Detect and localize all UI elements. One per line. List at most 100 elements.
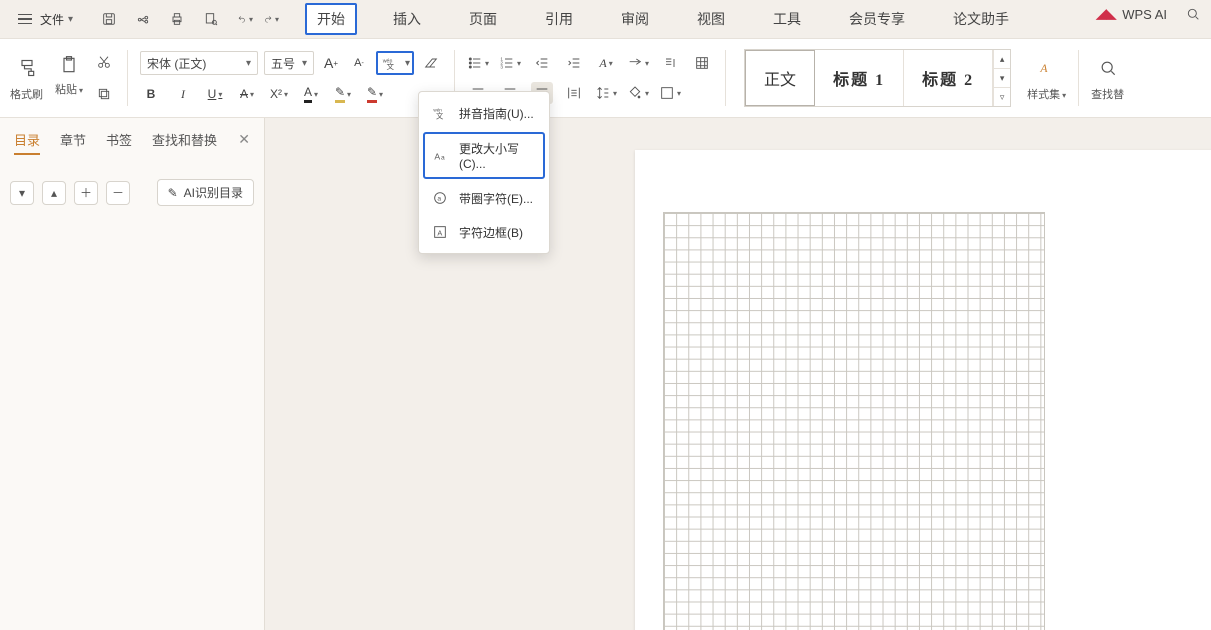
font-name-select[interactable]: 宋体 (正文)▾ <box>140 51 258 75</box>
tab-member[interactable]: 会员专享 <box>837 3 917 35</box>
italic-button[interactable]: I <box>172 83 194 105</box>
paste-icon <box>55 51 83 79</box>
borders-button[interactable] <box>659 82 681 104</box>
nav-tab-bookmark[interactable]: 书签 <box>106 130 132 149</box>
nav-tab-chapter[interactable]: 章节 <box>60 130 86 149</box>
ai-toc-button[interactable]: ✎ AI识别目录 <box>157 179 254 206</box>
number-list-button[interactable]: 123 <box>499 52 521 74</box>
tab-start[interactable]: 开始 <box>305 3 357 35</box>
style-heading2[interactable]: 标题 2 <box>904 50 993 106</box>
body-area: 目录 章节 书签 查找和替换 ✕ ▾ ▴ ＋ － ✎ AI识别目录 <box>0 118 1211 630</box>
text-effects-button[interactable]: A <box>595 52 617 74</box>
divider <box>127 50 128 106</box>
line-spacing-button[interactable] <box>595 82 617 104</box>
nav-panel-tabs: 目录 章节 书签 查找和替换 ✕ <box>0 118 264 161</box>
collapse-up-button[interactable]: ▴ <box>42 181 66 205</box>
pinyin-guide-split-button[interactable]: wén文 ▾ <box>376 51 414 75</box>
quick-access <box>101 11 219 27</box>
tab-insert[interactable]: 插入 <box>381 3 433 35</box>
find-icon <box>1094 54 1122 82</box>
shrink-font-button[interactable]: A- <box>348 52 370 74</box>
menu-char-border[interactable]: A 字符边框(B) <box>419 215 549 249</box>
style-more-icon[interactable]: ▿ <box>994 88 1010 106</box>
add-button[interactable]: ＋ <box>74 181 98 205</box>
style-gallery-nav: ▴ ▾ ▿ <box>993 50 1010 106</box>
undo-button[interactable] <box>237 11 253 27</box>
preview-icon[interactable] <box>203 11 219 27</box>
paste-group[interactable]: 粘贴 <box>55 51 83 105</box>
sort-button[interactable] <box>691 52 713 74</box>
tab-page[interactable]: 页面 <box>457 3 509 35</box>
nav-panel-controls: ▾ ▴ ＋ － ✎ AI识别目录 <box>0 161 264 224</box>
indent-button[interactable] <box>563 52 585 74</box>
chevron-down-icon: ▾ <box>405 58 410 69</box>
asian-format-button[interactable] <box>627 52 649 74</box>
format-painter-icon <box>13 54 41 82</box>
undo-redo-group <box>237 11 279 27</box>
bullet-list-button[interactable] <box>467 52 489 74</box>
strike-button[interactable]: A <box>236 83 258 105</box>
style-up-icon[interactable]: ▴ <box>994 50 1010 69</box>
styleset-label: 样式集 <box>1027 86 1066 102</box>
outdent-button[interactable] <box>531 52 553 74</box>
navigation-panel: 目录 章节 书签 查找和替换 ✕ ▾ ▴ ＋ － ✎ AI识别目录 <box>0 118 265 630</box>
text-color-button[interactable]: ✎ <box>364 83 386 105</box>
find-group[interactable]: 查找替 <box>1091 54 1124 102</box>
close-panel-icon[interactable]: ✕ <box>238 131 250 148</box>
underline-button[interactable]: U <box>204 83 226 105</box>
style-down-icon[interactable]: ▾ <box>994 69 1010 88</box>
pinyin-icon: wén文 <box>380 54 402 72</box>
file-menu[interactable]: 文件 ▾ <box>10 7 81 32</box>
paragraph-mark-button[interactable] <box>659 52 681 74</box>
svg-text:A: A <box>434 151 440 161</box>
menu-pinyin-guide[interactable]: wén文 拼音指南(U)... <box>419 96 549 130</box>
highlight-glyph: ✎ <box>335 85 345 103</box>
font-format-row: B I U A X² A ✎ ✎ <box>140 83 442 105</box>
menu-change-case[interactable]: Aa 更改大小写(C)... <box>423 132 545 179</box>
print-icon[interactable] <box>169 11 185 27</box>
share-icon[interactable] <box>135 11 151 27</box>
tab-paper[interactable]: 论文助手 <box>941 3 1021 35</box>
hamburger-icon <box>18 14 32 25</box>
expand-down-button[interactable]: ▾ <box>10 181 34 205</box>
file-label: 文件 <box>40 11 64 28</box>
cut-icon[interactable] <box>93 51 115 73</box>
align-distribute-button[interactable] <box>563 82 585 104</box>
font-color-glyph: A <box>304 85 312 103</box>
svg-text:a: a <box>441 154 445 161</box>
highlight-button[interactable]: ✎ <box>332 83 354 105</box>
tab-reference[interactable]: 引用 <box>533 3 585 35</box>
wps-ai-button[interactable]: ◢◣ WPS AI <box>1096 6 1167 22</box>
save-icon[interactable] <box>101 11 117 27</box>
divider <box>725 50 726 106</box>
bold-button[interactable]: B <box>140 83 162 105</box>
shading-button[interactable] <box>627 82 649 104</box>
search-icon[interactable] <box>1185 6 1201 22</box>
nav-tab-toc[interactable]: 目录 <box>14 130 40 149</box>
remove-button[interactable]: － <box>106 181 130 205</box>
tab-review[interactable]: 审阅 <box>609 3 661 35</box>
format-painter-group[interactable]: 格式刷 <box>10 54 43 102</box>
style-normal[interactable]: 正文 <box>745 50 815 106</box>
document-page <box>635 150 1211 630</box>
nav-tab-find[interactable]: 查找和替换 <box>152 130 217 149</box>
clear-format-button[interactable] <box>420 52 442 74</box>
style-heading1[interactable]: 标题 1 <box>815 50 904 106</box>
find-label: 查找替 <box>1091 86 1124 102</box>
chevron-down-icon: ▾ <box>68 14 73 25</box>
copy-icon[interactable] <box>93 83 115 105</box>
font-color-button[interactable]: A <box>300 83 322 105</box>
menu-circled-char[interactable]: a 带圈字符(E)... <box>419 181 549 215</box>
svg-text:A: A <box>1039 62 1048 75</box>
strike-label: A <box>240 87 248 101</box>
tab-tools[interactable]: 工具 <box>761 3 813 35</box>
superscript-button[interactable]: X² <box>268 83 290 105</box>
font-size-select[interactable]: 五号▾ <box>264 51 314 75</box>
styleset-group[interactable]: A 样式集 <box>1027 54 1066 102</box>
wps-ai-logo-icon: ◢◣ <box>1096 6 1116 22</box>
document-canvas[interactable] <box>265 118 1211 630</box>
grow-font-button[interactable]: A+ <box>320 52 342 74</box>
redo-button[interactable] <box>263 11 279 27</box>
menu-border-label: 字符边框(B) <box>459 224 523 241</box>
tab-view[interactable]: 视图 <box>685 3 737 35</box>
